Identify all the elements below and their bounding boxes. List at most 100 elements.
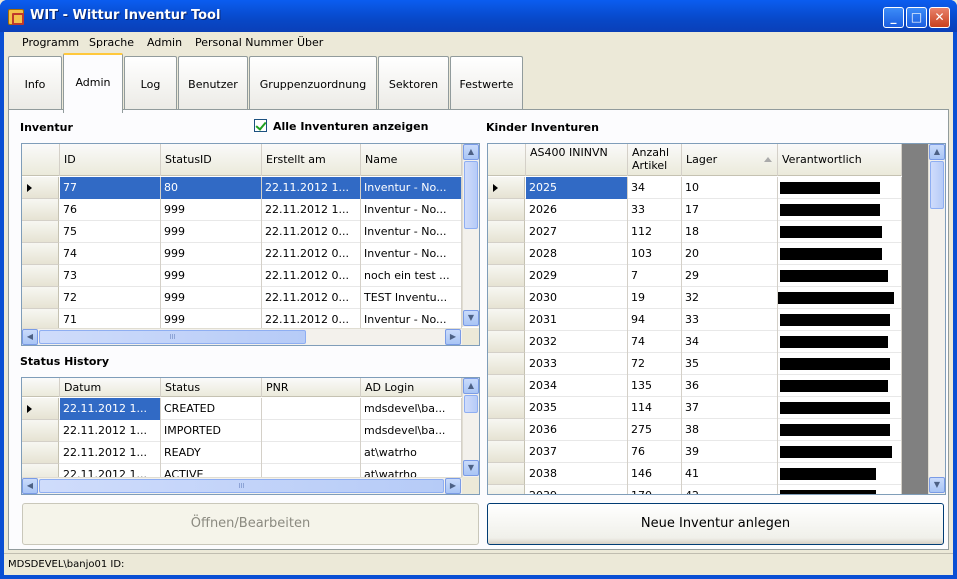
maximize-button[interactable]: □ (906, 7, 927, 28)
scroll-down-icon[interactable]: ▼ (929, 477, 945, 493)
column-header-id[interactable]: ID (60, 144, 161, 176)
row-header[interactable] (488, 331, 525, 353)
column-header-as400-ininvn[interactable]: AS400 ININVN (526, 144, 628, 176)
table-row[interactable]: 203917042 (488, 485, 902, 494)
row-header[interactable] (22, 265, 59, 287)
table-row[interactable]: 2034 135 36 (488, 375, 902, 397)
status-hscroll[interactable]: ◀ III ▶ (22, 477, 462, 494)
row-header[interactable] (488, 265, 525, 287)
row-header[interactable] (488, 287, 525, 309)
row-header[interactable] (488, 243, 525, 265)
table-row[interactable]: 2035 114 37 (488, 397, 902, 419)
minimize-button[interactable]: _ (883, 7, 904, 28)
hscroll-thumb[interactable]: III (39, 479, 444, 493)
table-row[interactable]: 75 999 22.11.2012 0... Inventur - No... (22, 221, 462, 243)
scroll-thumb[interactable] (930, 161, 944, 209)
table-row[interactable]: 77 80 22.11.2012 1... Inventur - No... (22, 177, 462, 199)
scroll-left-icon[interactable]: ◀ (22, 478, 38, 494)
row-header[interactable] (22, 287, 59, 309)
row-header[interactable] (488, 485, 525, 494)
column-header-datum[interactable]: Datum (60, 378, 161, 397)
alle-inventuren-checkbox[interactable] (254, 119, 267, 132)
table-row[interactable]: 2032 74 34 (488, 331, 902, 353)
row-header[interactable] (22, 199, 59, 221)
table-row[interactable]: 74 999 22.11.2012 0... Inventur - No... (22, 243, 462, 265)
row-header[interactable] (488, 221, 525, 243)
row-header[interactable] (488, 463, 525, 485)
kinder-vscroll[interactable]: ▲ ▼ (928, 144, 945, 494)
kinder-inventuren-grid[interactable]: AS400 ININVN Anzahl Artikel Lager Verant… (487, 143, 946, 495)
inventur-grid[interactable]: ID StatusID Erstellt am Name 77 80 22.11.2… (21, 143, 480, 346)
row-header[interactable] (22, 420, 59, 442)
table-row[interactable]: 22.11.2012 1... CREATED mdsdevel\ba... (22, 398, 462, 420)
column-header-verantwortlich[interactable]: Verantwortlich (778, 144, 902, 176)
row-header[interactable] (488, 375, 525, 397)
menu-programm[interactable]: Programm (22, 36, 79, 49)
table-row[interactable]: 2030 19 32 (488, 287, 902, 309)
inventur-hscroll[interactable]: ◀ III ▶ (22, 328, 462, 345)
menu-admin[interactable]: Admin (147, 36, 182, 49)
row-header[interactable] (22, 398, 59, 420)
table-row[interactable]: 2037 76 39 (488, 441, 902, 463)
row-header[interactable] (22, 177, 59, 199)
table-row[interactable]: 2033 72 35 (488, 353, 902, 375)
tab-log[interactable]: Log (124, 56, 177, 109)
row-header[interactable] (488, 353, 525, 375)
status-vscroll[interactable]: ▲ ▼ (462, 378, 479, 477)
table-row[interactable]: 2038 146 41 (488, 463, 902, 485)
column-header-ad-login[interactable]: AD Login (361, 378, 462, 397)
table-row[interactable]: 22.11.2012 1... READY at\watrho (22, 442, 462, 464)
oeffnen-bearbeiten-button[interactable]: Öffnen/Bearbeiten (22, 503, 479, 545)
tab-admin[interactable]: Admin (63, 53, 123, 113)
row-header[interactable] (488, 441, 525, 463)
row-header[interactable] (22, 243, 59, 265)
row-header[interactable] (488, 397, 525, 419)
tab-sektoren[interactable]: Sektoren (378, 56, 449, 109)
status-history-grid[interactable]: Datum Status PNR AD Login 22.11.2012 1..… (21, 377, 480, 495)
close-button[interactable]: ✕ (929, 7, 950, 28)
neue-inventur-anlegen-button[interactable]: Neue Inventur anlegen (487, 503, 944, 545)
row-header[interactable] (22, 221, 59, 243)
column-header-status[interactable]: Status (161, 378, 262, 397)
table-row[interactable]: 72 999 22.11.2012 0... TEST Inventu... (22, 287, 462, 309)
menu-ueber[interactable]: Über (297, 36, 323, 49)
column-header-name[interactable]: Name (361, 144, 462, 176)
scroll-down-icon[interactable]: ▼ (463, 460, 479, 476)
table-row[interactable]: 2025 34 10 (488, 177, 902, 199)
table-row[interactable]: 22.11.2012 1... IMPORTED mdsdevel\ba... (22, 420, 462, 442)
inventur-vscroll[interactable]: ▲ ▼ (462, 144, 479, 327)
scroll-down-icon[interactable]: ▼ (463, 310, 479, 326)
scroll-thumb[interactable] (464, 395, 478, 413)
scroll-thumb[interactable] (464, 161, 478, 229)
column-header-pnr[interactable]: PNR (262, 378, 361, 397)
column-header-statusid[interactable]: StatusID (161, 144, 262, 176)
table-row[interactable]: 76 999 22.11.2012 1... Inventur - No... (22, 199, 462, 221)
table-row[interactable]: 2029 7 29 (488, 265, 902, 287)
tab-festwerte[interactable]: Festwerte (450, 56, 523, 109)
row-header[interactable] (488, 309, 525, 331)
hscroll-thumb[interactable]: III (39, 330, 306, 344)
scroll-right-icon[interactable]: ▶ (445, 329, 461, 345)
title-bar[interactable]: WIT - Wittur Inventur Tool _ □ ✕ (0, 0, 957, 32)
row-header[interactable] (488, 177, 525, 199)
table-row[interactable]: 2027 112 18 (488, 221, 902, 243)
tab-gruppenzuordnung[interactable]: Gruppenzuordnung (249, 56, 377, 109)
tab-benutzer[interactable]: Benutzer (178, 56, 248, 109)
menu-personal-nummer[interactable]: Personal Nummer (195, 36, 293, 49)
table-row[interactable]: 2031 94 33 (488, 309, 902, 331)
table-row[interactable]: 73 999 22.11.2012 0... noch ein test ... (22, 265, 462, 287)
table-row[interactable]: 2036 275 38 (488, 419, 902, 441)
column-header-erstellt-am[interactable]: Erstellt am (262, 144, 361, 176)
table-row[interactable]: 2026 33 17 (488, 199, 902, 221)
scroll-up-icon[interactable]: ▲ (929, 144, 945, 160)
table-row[interactable]: 2028 103 20 (488, 243, 902, 265)
row-header[interactable] (488, 199, 525, 221)
scroll-right-icon[interactable]: ▶ (445, 478, 461, 494)
scroll-up-icon[interactable]: ▲ (463, 144, 479, 160)
column-header-anzahl-artikel[interactable]: Anzahl Artikel (628, 144, 682, 176)
row-header[interactable] (22, 442, 59, 464)
scroll-up-icon[interactable]: ▲ (463, 378, 479, 394)
scroll-left-icon[interactable]: ◀ (22, 329, 38, 345)
row-header[interactable] (488, 419, 525, 441)
tab-info[interactable]: Info (8, 56, 62, 109)
